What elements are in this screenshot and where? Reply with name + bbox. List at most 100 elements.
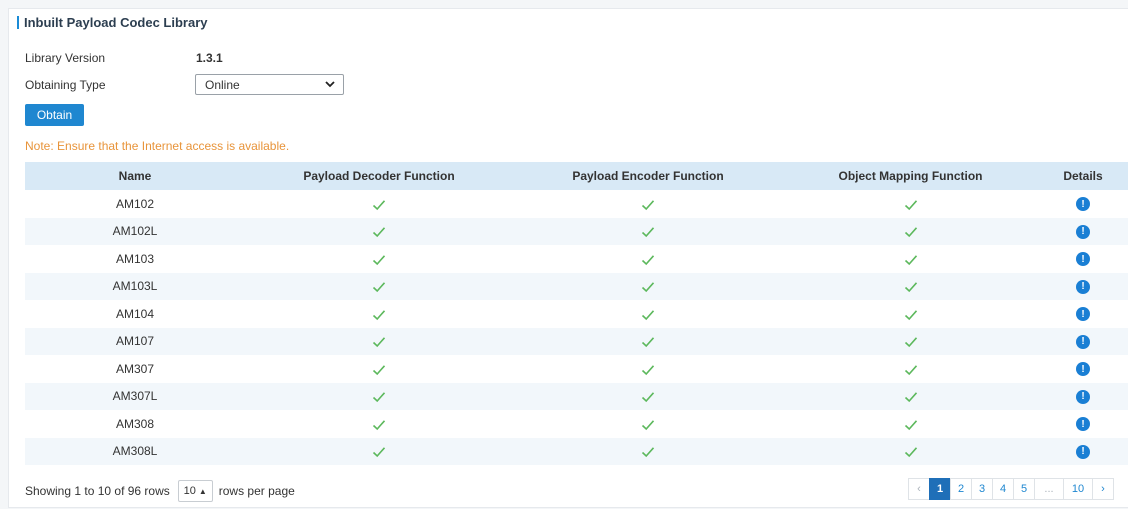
decoder-cell <box>245 382 513 410</box>
info-icon[interactable]: ! <box>1076 334 1090 349</box>
mapping-cell <box>783 410 1038 438</box>
page-3-button[interactable]: 3 <box>971 478 993 500</box>
page-2-button[interactable]: 2 <box>950 478 972 500</box>
decoder-cell <box>245 410 513 438</box>
codec-table: Name Payload Decoder Function Payload Enco… <box>25 162 1128 465</box>
decoder-check-icon <box>372 307 386 321</box>
decoder-cell <box>245 355 513 383</box>
mapping-cell <box>783 190 1038 218</box>
encoder-check-icon <box>641 334 655 348</box>
library-version-value: 1.3.1 <box>196 51 223 65</box>
table-row: AM103! <box>25 245 1128 273</box>
info-icon[interactable]: ! <box>1076 252 1090 267</box>
rows-per-page-select[interactable]: 10 ▲ <box>177 480 213 502</box>
table-row: AM308L! <box>25 437 1128 465</box>
mapping-cell <box>783 382 1038 410</box>
encoder-cell <box>513 245 783 273</box>
info-icon[interactable]: ! <box>1076 224 1090 239</box>
encoder-check-icon <box>641 197 655 211</box>
details-cell: ! <box>1038 382 1128 410</box>
next-page-button[interactable]: › <box>1092 478 1114 500</box>
info-icon[interactable]: ! <box>1076 417 1090 432</box>
table-row: AM104! <box>25 300 1128 328</box>
encoder-cell <box>513 382 783 410</box>
column-header: Name <box>25 162 245 190</box>
details-cell: ! <box>1038 355 1128 383</box>
prev-page-button[interactable]: ‹ <box>908 478 930 500</box>
encoder-cell <box>513 327 783 355</box>
table-row: AM102L! <box>25 217 1128 245</box>
mapping-check-icon <box>904 279 918 293</box>
column-header: Payload Decoder Function <box>245 162 513 190</box>
encoder-cell <box>513 437 783 465</box>
mapping-cell <box>783 217 1038 245</box>
table-row: AM102! <box>25 190 1128 218</box>
mapping-check-icon <box>904 252 918 266</box>
page-5-button[interactable]: 5 <box>1013 478 1035 500</box>
encoder-check-icon <box>641 279 655 293</box>
decoder-check-icon <box>372 444 386 458</box>
section-title: Inbuilt Payload Codec Library <box>17 15 207 30</box>
encoder-check-icon <box>641 224 655 238</box>
details-cell: ! <box>1038 272 1128 300</box>
table-row: AM308! <box>25 410 1128 438</box>
decoder-check-icon <box>372 224 386 238</box>
decoder-cell <box>245 272 513 300</box>
encoder-cell <box>513 410 783 438</box>
info-icon[interactable]: ! <box>1076 279 1090 294</box>
info-icon[interactable]: ! <box>1076 389 1090 404</box>
encoder-cell <box>513 272 783 300</box>
page-1-button[interactable]: 1 <box>929 478 951 500</box>
info-icon[interactable]: ! <box>1076 307 1090 322</box>
page-ellipsis: ... <box>1034 478 1064 500</box>
mapping-cell <box>783 245 1038 273</box>
info-icon[interactable]: ! <box>1076 444 1090 459</box>
page-10-button[interactable]: 10 <box>1063 478 1093 500</box>
chevron-down-icon <box>325 81 335 88</box>
column-header: Payload Encoder Function <box>513 162 783 190</box>
codec-name: AM102 <box>25 190 245 218</box>
mapping-cell <box>783 272 1038 300</box>
codec-name: AM102L <box>25 217 245 245</box>
codec-name: AM307L <box>25 382 245 410</box>
details-cell: ! <box>1038 437 1128 465</box>
decoder-check-icon <box>372 334 386 348</box>
details-cell: ! <box>1038 410 1128 438</box>
table-row: AM103L! <box>25 272 1128 300</box>
encoder-cell <box>513 300 783 328</box>
info-icon[interactable]: ! <box>1076 362 1090 377</box>
details-cell: ! <box>1038 245 1128 273</box>
codec-name: AM103L <box>25 272 245 300</box>
encoder-cell <box>513 217 783 245</box>
showing-rows-text: Showing 1 to 10 of 96 rows <box>25 484 170 498</box>
encoder-cell <box>513 355 783 383</box>
mapping-check-icon <box>904 362 918 376</box>
decoder-cell <box>245 300 513 328</box>
decoder-cell <box>245 245 513 273</box>
section-title-text: Inbuilt Payload Codec Library <box>24 15 208 30</box>
rows-per-page-value: 10 <box>183 485 196 497</box>
mapping-check-icon <box>904 417 918 431</box>
decoder-check-icon <box>372 362 386 376</box>
encoder-cell <box>513 190 783 218</box>
codec-name: AM308 <box>25 410 245 438</box>
mapping-check-icon <box>904 197 918 211</box>
obtaining-type-select[interactable]: Online <box>195 74 344 95</box>
table-header-row: Name Payload Decoder Function Payload Enco… <box>25 162 1128 190</box>
codec-name: AM104 <box>25 300 245 328</box>
mapping-check-icon <box>904 307 918 321</box>
decoder-check-icon <box>372 197 386 211</box>
mapping-check-icon <box>904 389 918 403</box>
details-cell: ! <box>1038 300 1128 328</box>
codec-name: AM307 <box>25 355 245 383</box>
rows-per-page-label: rows per page <box>218 484 295 498</box>
encoder-check-icon <box>641 307 655 321</box>
page-4-button[interactable]: 4 <box>992 478 1014 500</box>
encoder-check-icon <box>641 444 655 458</box>
mapping-cell <box>783 327 1038 355</box>
obtain-button[interactable]: Obtain <box>25 104 84 126</box>
column-header: Details <box>1038 162 1128 190</box>
info-icon[interactable]: ! <box>1076 197 1090 212</box>
mapping-check-icon <box>904 334 918 348</box>
table-row: AM307L! <box>25 382 1128 410</box>
